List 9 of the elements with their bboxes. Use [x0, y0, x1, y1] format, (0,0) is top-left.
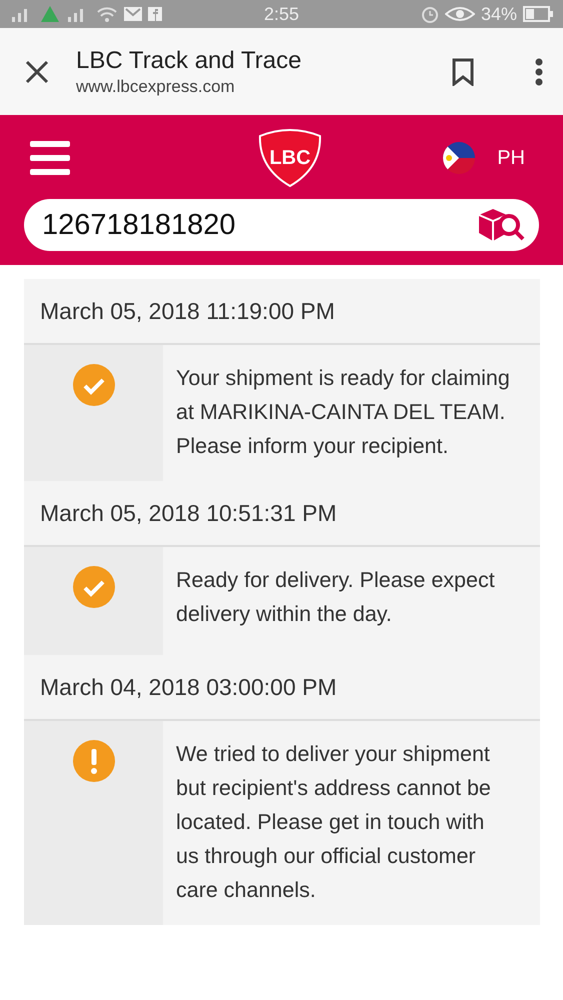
page-title: LBC Track and Trace	[76, 46, 302, 74]
clock-time: 2:55	[264, 4, 300, 24]
event-message: Ready for delivery. Please expect delivery within the day.	[175, 567, 496, 628]
page-url: www.lbcexpress.com	[76, 76, 236, 96]
event-message: Your shipment is ready for claiming at MARIKINA-CAINTA DEL TEAM. Please inform your recipient.	[175, 365, 511, 460]
battery-percent: 34%	[480, 4, 518, 24]
country-selector[interactable]: PH	[443, 142, 539, 174]
tracking-number-field[interactable]: 126718181820	[24, 199, 539, 251]
event-message: We tried to deliver your shipment but recipient's address cannot be located. Please get in touch with us through our official customer care channels.	[175, 741, 492, 904]
